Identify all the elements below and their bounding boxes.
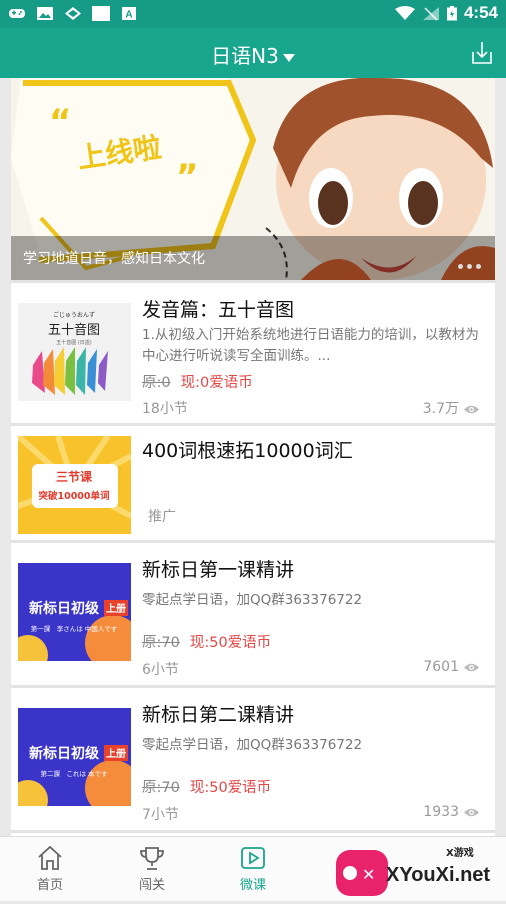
banner-pager-dots [454, 254, 481, 273]
course-title: 400词根速拓10000词汇 [142, 440, 353, 462]
course-card[interactable]: 新标日初级 上册 第一課 李さんは 中国人です 新标日第一课精讲 零起点学日语，… [11, 543, 495, 685]
price-original: 原:0 [142, 375, 171, 391]
svg-text:✕: ✕ [362, 865, 375, 884]
wifi-icon [395, 6, 415, 20]
image-icon [37, 7, 53, 20]
banner-quote-right: ” [176, 157, 198, 197]
price-original: 原:70 [142, 780, 180, 796]
tab-challenge[interactable]: 闯关 [112, 845, 192, 893]
thumb-sub-text: 第二課 これは 本です [40, 769, 108, 778]
tab-micro-course[interactable]: 微课 [213, 845, 293, 893]
vpn-icon [65, 7, 81, 20]
caret-down-icon [282, 53, 295, 62]
gamepad-icon [9, 9, 25, 18]
tab-home[interactable]: 首页 [10, 845, 90, 893]
tab-label: 微课 [239, 878, 266, 893]
status-time: 4:54 [463, 3, 498, 22]
banner-caption: 学习地道日音，感知日本文化 [23, 251, 205, 267]
course-title: 新标日第二课精讲 [142, 704, 295, 726]
course-card[interactable]: 新标日初级 上册 第二課 これは 本です 新标日第二课精讲 零起点学日语，加QQ… [11, 688, 495, 830]
download-icon[interactable] [470, 40, 494, 66]
thumb-main-text: 新标日初级 [29, 745, 100, 762]
eye-icon [464, 808, 479, 816]
watermark-logo: ✕ X游戏 XYouXi.net [336, 840, 506, 900]
course-thumbnail: 新标日初级 上册 第一課 李さんは 中国人です [18, 563, 131, 661]
course-title: 发音篇：五十音图 [142, 299, 295, 321]
home-icon [38, 845, 62, 870]
course-thumbnail: ごじゅうおんず 五十音图 五十音图 (日語) [18, 303, 131, 401]
thumb-ribbon-text: 三节课 [56, 469, 93, 484]
view-count: 1933 [423, 804, 480, 820]
watermark-brand: XYouXi.net [386, 864, 490, 886]
course-price: 原:70 现:50爱语币 [142, 776, 271, 797]
thumb-badge-text: 上册 [106, 602, 126, 615]
notification-square-icon [92, 6, 110, 21]
course-list-panel: “ ” 上线啦 学习地道日音，感知日本文化 ごじゅうおんず 五十音图 五十音图 … [11, 78, 495, 836]
lesson-count: 18小节 [142, 401, 188, 417]
course-description: 零起点学日语，加QQ群363376722 [142, 592, 363, 608]
thumb-badge-text: 上册 [106, 747, 126, 760]
course-description: 1.从初级入门开始系统地进行日语能力的培训，以教材为中心进行听说读写全面训练。.… [142, 327, 479, 364]
banner-quote-left: “ [49, 102, 71, 142]
app-bar: 日语N3 [0, 28, 506, 78]
svg-text:A: A [125, 10, 132, 21]
course-price: 原:0 现:0爱语币 [142, 371, 253, 392]
thumb-sub-text: 第一課 李さんは 中国人です [31, 624, 118, 633]
view-count-value: 1933 [423, 804, 459, 820]
battery-icon [447, 6, 457, 21]
price-current: 现:50爱语币 [189, 635, 272, 651]
price-current: 现:0爱语币 [180, 375, 253, 391]
status-bar: A 4:54 [0, 0, 506, 28]
tab-label: 闯关 [138, 878, 165, 893]
promo-banner[interactable]: “ ” 上线啦 学习地道日音，感知日本文化 [11, 78, 495, 280]
divider [11, 830, 495, 833]
view-count-value: 3.7万 [422, 401, 459, 417]
course-title: 新标日第一课精讲 [142, 559, 295, 581]
trophy-icon [140, 847, 164, 870]
view-count-value: 7601 [423, 659, 459, 675]
course-thumbnail: 新标日初级 上册 第二課 これは 本です [18, 708, 131, 806]
eye-icon [464, 663, 479, 671]
course-price: 原:70 现:50爱语币 [142, 631, 271, 652]
page-title: 日语N3 [211, 44, 279, 68]
promo-tag: 推广 [148, 509, 176, 525]
price-original: 原:70 [142, 635, 180, 651]
thumb-main-text: 五十音图 [48, 322, 100, 338]
thumb-main-text: 突破10000单词 [38, 490, 109, 502]
banner-caption-bar: 学习地道日音，感知日本文化 [11, 236, 495, 280]
thumb-sub-text: 五十音图 (日語) [56, 339, 92, 346]
signal-icon [423, 7, 439, 21]
course-card-promo[interactable]: 三节课 突破10000单词 400词根速拓10000词汇 推广 [11, 426, 495, 540]
app-a-icon: A [122, 7, 136, 21]
course-card[interactable]: ごじゅうおんず 五十音图 五十音图 (日語) 发音篇：五十音图 1.从初级入门开… [11, 283, 495, 423]
thumb-small-text: ごじゅうおんず [53, 311, 95, 319]
eye-icon [464, 405, 479, 413]
play-icon [241, 847, 265, 869]
price-current: 现:50爱语币 [189, 780, 272, 796]
level-selector[interactable]: 日语N3 [0, 40, 506, 69]
view-count: 3.7万 [423, 398, 480, 418]
watermark-small: X游戏 [446, 846, 474, 859]
tab-label: 首页 [36, 878, 63, 893]
view-count: 7601 [423, 659, 480, 675]
thumb-main-text: 新标日初级 [29, 600, 100, 617]
course-thumbnail: 三节课 突破10000单词 [18, 436, 131, 534]
lesson-count: 6小节 [142, 662, 179, 678]
course-description: 零起点学日语，加QQ群363376722 [142, 737, 363, 753]
lesson-count: 7小节 [142, 807, 179, 823]
